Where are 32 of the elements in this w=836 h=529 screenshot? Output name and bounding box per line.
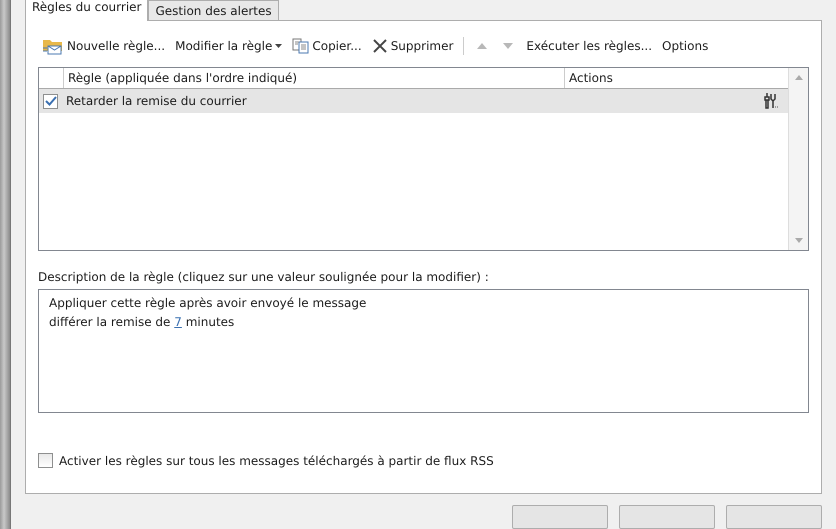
tools-icon: [764, 93, 778, 109]
scroll-up-icon[interactable]: [794, 75, 802, 80]
tab[interactable]: Règles du courrier: [25, 0, 148, 21]
toolbar-button[interactable]: Copier...: [288, 36, 366, 56]
rule-name: Retarder la remise du courrier: [66, 94, 248, 108]
description-line: différer la remise de 7 minutes: [49, 314, 236, 331]
scroll-down-icon[interactable]: [794, 238, 802, 243]
scrollbar[interactable]: [788, 68, 808, 250]
toolbar-button[interactable]: Modifier la règle: [171, 37, 286, 55]
rule-row[interactable]: Retarder la remise du courrier: [39, 89, 788, 113]
description-line: Appliquer cette règle après avoir envoyé le message: [49, 295, 368, 312]
copy-icon: [292, 38, 310, 54]
column-header[interactable]: Actions: [565, 68, 788, 88]
value-link[interactable]: 7: [174, 315, 182, 329]
toolbar-button[interactable]: Options: [658, 37, 712, 55]
dialog-button[interactable]: [619, 505, 715, 529]
description-label: Description de la règle (cliquez sur une valeur soulignée pour la modifier) :: [38, 270, 490, 284]
column-header[interactable]: Règle (appliquée dans l'ordre indiqué): [64, 68, 565, 88]
close-icon: [372, 38, 388, 54]
folder-icon: [42, 37, 64, 55]
down-arrow-icon: [503, 43, 514, 49]
checkbox[interactable]: [38, 453, 53, 468]
dialog-button[interactable]: [726, 505, 822, 529]
tab[interactable]: Gestion des alertes: [148, 0, 279, 20]
up-arrow-icon: [477, 43, 488, 49]
dialog-button[interactable]: [512, 505, 608, 529]
toolbar-button[interactable]: Exécuter les règles...: [522, 37, 656, 55]
toolbar-button[interactable]: Nouvelle règle...: [38, 35, 170, 57]
checkbox-label: Activer les règles sur tous les messages téléchargés à partir de flux RSS: [59, 454, 494, 468]
toolbar-button[interactable]: Supprimer: [368, 36, 458, 56]
caret-icon: [275, 44, 282, 48]
checkbox[interactable]: [43, 94, 58, 108]
